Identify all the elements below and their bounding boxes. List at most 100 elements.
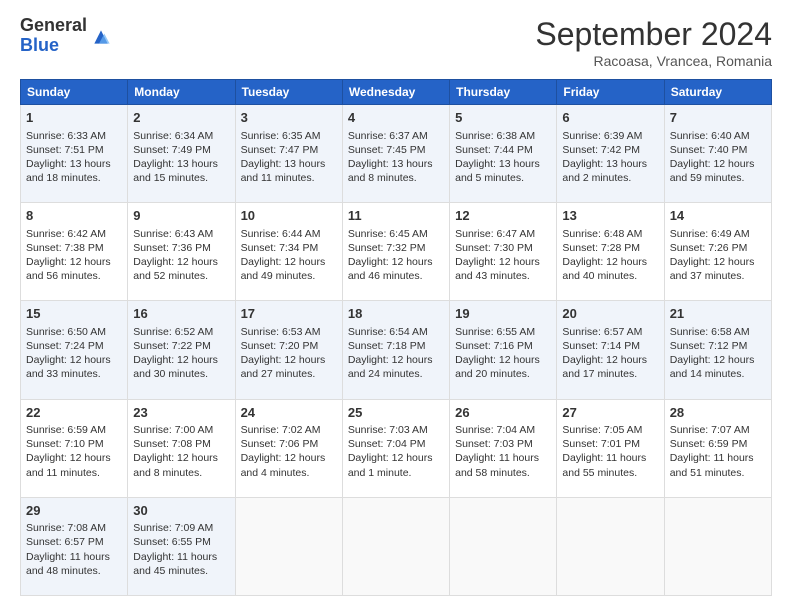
sunrise-text: Sunrise: 7:04 AM	[455, 424, 535, 436]
sunset-text: Sunset: 7:34 PM	[241, 242, 319, 254]
daylight-text: Daylight: 13 hours and 15 minutes.	[133, 158, 218, 184]
col-monday: Monday	[128, 80, 235, 105]
sunrise-text: Sunrise: 6:55 AM	[455, 326, 535, 338]
table-row: 12 Sunrise: 6:47 AM Sunset: 7:30 PM Dayligh…	[450, 203, 557, 301]
sunset-text: Sunset: 7:44 PM	[455, 144, 533, 156]
table-row: 24Sunrise: 7:02 AMSunset: 7:06 PMDayligh…	[235, 399, 342, 497]
day-number: 10	[241, 207, 337, 225]
sunrise-text: Sunrise: 6:35 AM	[241, 130, 321, 142]
day-number: 12	[455, 207, 551, 225]
table-row: 7Sunrise: 6:40 AMSunset: 7:40 PMDaylight…	[664, 105, 771, 203]
day-number: 22	[26, 404, 122, 422]
table-row: 3Sunrise: 6:35 AMSunset: 7:47 PMDaylight…	[235, 105, 342, 203]
daylight-text: Daylight: 11 hours and 45 minutes.	[133, 551, 217, 577]
sunset-text: Sunset: 7:30 PM	[455, 242, 533, 254]
logo-blue-text: Blue	[20, 36, 87, 56]
calendar-week-row: 15Sunrise: 6:50 AMSunset: 7:24 PMDayligh…	[21, 301, 772, 399]
daylight-text: Daylight: 13 hours and 8 minutes.	[348, 158, 433, 184]
table-row: 26Sunrise: 7:04 AMSunset: 7:03 PMDayligh…	[450, 399, 557, 497]
sunrise-text: Sunrise: 6:48 AM	[562, 228, 642, 240]
sunset-text: Sunset: 7:38 PM	[26, 242, 104, 254]
sunset-text: Sunset: 7:06 PM	[241, 438, 319, 450]
daylight-text: Daylight: 11 hours and 51 minutes.	[670, 452, 754, 478]
day-number: 14	[670, 207, 766, 225]
logo-icon	[91, 27, 111, 47]
sunrise-text: Sunrise: 7:00 AM	[133, 424, 213, 436]
table-row: 1Sunrise: 6:33 AMSunset: 7:51 PMDaylight…	[21, 105, 128, 203]
table-row: 19 Sunrise: 6:55 AM Sunset: 7:16 PM Dayligh…	[450, 301, 557, 399]
daylight-text: Daylight: 12 hours and 43 minutes.	[455, 256, 540, 282]
day-number: 5	[455, 109, 551, 127]
sunset-text: Sunset: 7:10 PM	[26, 438, 104, 450]
sunset-text: Sunset: 7:28 PM	[562, 242, 640, 254]
day-number: 19	[455, 305, 551, 323]
col-wednesday: Wednesday	[342, 80, 449, 105]
daylight-text: Daylight: 13 hours and 18 minutes.	[26, 158, 111, 184]
table-row	[450, 497, 557, 595]
calendar-week-row: 29Sunrise: 7:08 AMSunset: 6:57 PMDayligh…	[21, 497, 772, 595]
table-row: 14Sunrise: 6:49 AMSunset: 7:26 PMDayligh…	[664, 203, 771, 301]
header: General Blue September 2024 Racoasa, Vra…	[20, 16, 772, 69]
sunrise-text: Sunrise: 6:37 AM	[348, 130, 428, 142]
sunrise-text: Sunrise: 6:59 AM	[26, 424, 106, 436]
sunrise-text: Sunrise: 6:40 AM	[670, 130, 750, 142]
daylight-text: Daylight: 12 hours and 49 minutes.	[241, 256, 326, 282]
daylight-text: Daylight: 12 hours and 20 minutes.	[455, 354, 540, 380]
day-number: 3	[241, 109, 337, 127]
sunrise-text: Sunrise: 6:39 AM	[562, 130, 642, 142]
day-number: 29	[26, 502, 122, 520]
sunset-text: Sunset: 6:55 PM	[133, 536, 211, 548]
daylight-text: Daylight: 13 hours and 2 minutes.	[562, 158, 647, 184]
daylight-text: Daylight: 12 hours and 8 minutes.	[133, 452, 218, 478]
day-number: 16	[133, 305, 229, 323]
sunset-text: Sunset: 7:51 PM	[26, 144, 104, 156]
daylight-text: Daylight: 12 hours and 52 minutes.	[133, 256, 218, 282]
day-number: 27	[562, 404, 658, 422]
day-number: 2	[133, 109, 229, 127]
sunrise-text: Sunrise: 6:45 AM	[348, 228, 428, 240]
sunrise-text: Sunrise: 6:47 AM	[455, 228, 535, 240]
table-row: 21Sunrise: 6:58 AMSunset: 7:12 PMDayligh…	[664, 301, 771, 399]
sunset-text: Sunset: 7:16 PM	[455, 340, 533, 352]
col-saturday: Saturday	[664, 80, 771, 105]
page-title: September 2024	[535, 16, 772, 53]
table-row: 22Sunrise: 6:59 AMSunset: 7:10 PMDayligh…	[21, 399, 128, 497]
daylight-text: Daylight: 12 hours and 24 minutes.	[348, 354, 433, 380]
col-sunday: Sunday	[21, 80, 128, 105]
sunrise-text: Sunrise: 6:57 AM	[562, 326, 642, 338]
sunset-text: Sunset: 7:45 PM	[348, 144, 426, 156]
table-row: 2Sunrise: 6:34 AMSunset: 7:49 PMDaylight…	[128, 105, 235, 203]
table-row: 10Sunrise: 6:44 AMSunset: 7:34 PMDayligh…	[235, 203, 342, 301]
daylight-text: Daylight: 12 hours and 14 minutes.	[670, 354, 755, 380]
table-row: 30Sunrise: 7:09 AMSunset: 6:55 PMDayligh…	[128, 497, 235, 595]
calendar-header-row: Sunday Monday Tuesday Wednesday Thursday…	[21, 80, 772, 105]
day-number: 11	[348, 207, 444, 225]
day-number: 9	[133, 207, 229, 225]
sunrise-text: Sunrise: 6:53 AM	[241, 326, 321, 338]
sunrise-text: Sunrise: 6:54 AM	[348, 326, 428, 338]
sunrise-text: Sunrise: 6:43 AM	[133, 228, 213, 240]
sunrise-text: Sunrise: 7:08 AM	[26, 522, 106, 534]
table-row	[557, 497, 664, 595]
sunset-text: Sunset: 7:26 PM	[670, 242, 748, 254]
table-row	[664, 497, 771, 595]
table-row: 29Sunrise: 7:08 AMSunset: 6:57 PMDayligh…	[21, 497, 128, 595]
table-row: 23Sunrise: 7:00 AMSunset: 7:08 PMDayligh…	[128, 399, 235, 497]
daylight-text: Daylight: 12 hours and 56 minutes.	[26, 256, 111, 282]
title-block: September 2024 Racoasa, Vrancea, Romania	[535, 16, 772, 69]
sunrise-text: Sunrise: 6:52 AM	[133, 326, 213, 338]
table-row: 8Sunrise: 6:42 AMSunset: 7:38 PMDaylight…	[21, 203, 128, 301]
table-row: 11Sunrise: 6:45 AMSunset: 7:32 PMDayligh…	[342, 203, 449, 301]
sunset-text: Sunset: 7:47 PM	[241, 144, 319, 156]
day-number: 7	[670, 109, 766, 127]
sunset-text: Sunset: 7:40 PM	[670, 144, 748, 156]
sunrise-text: Sunrise: 6:33 AM	[26, 130, 106, 142]
page-subtitle: Racoasa, Vrancea, Romania	[535, 53, 772, 69]
table-row: 6Sunrise: 6:39 AMSunset: 7:42 PMDaylight…	[557, 105, 664, 203]
daylight-text: Daylight: 12 hours and 4 minutes.	[241, 452, 326, 478]
sunset-text: Sunset: 7:08 PM	[133, 438, 211, 450]
sunset-text: Sunset: 7:32 PM	[348, 242, 426, 254]
sunrise-text: Sunrise: 7:05 AM	[562, 424, 642, 436]
day-number: 17	[241, 305, 337, 323]
sunset-text: Sunset: 7:03 PM	[455, 438, 533, 450]
